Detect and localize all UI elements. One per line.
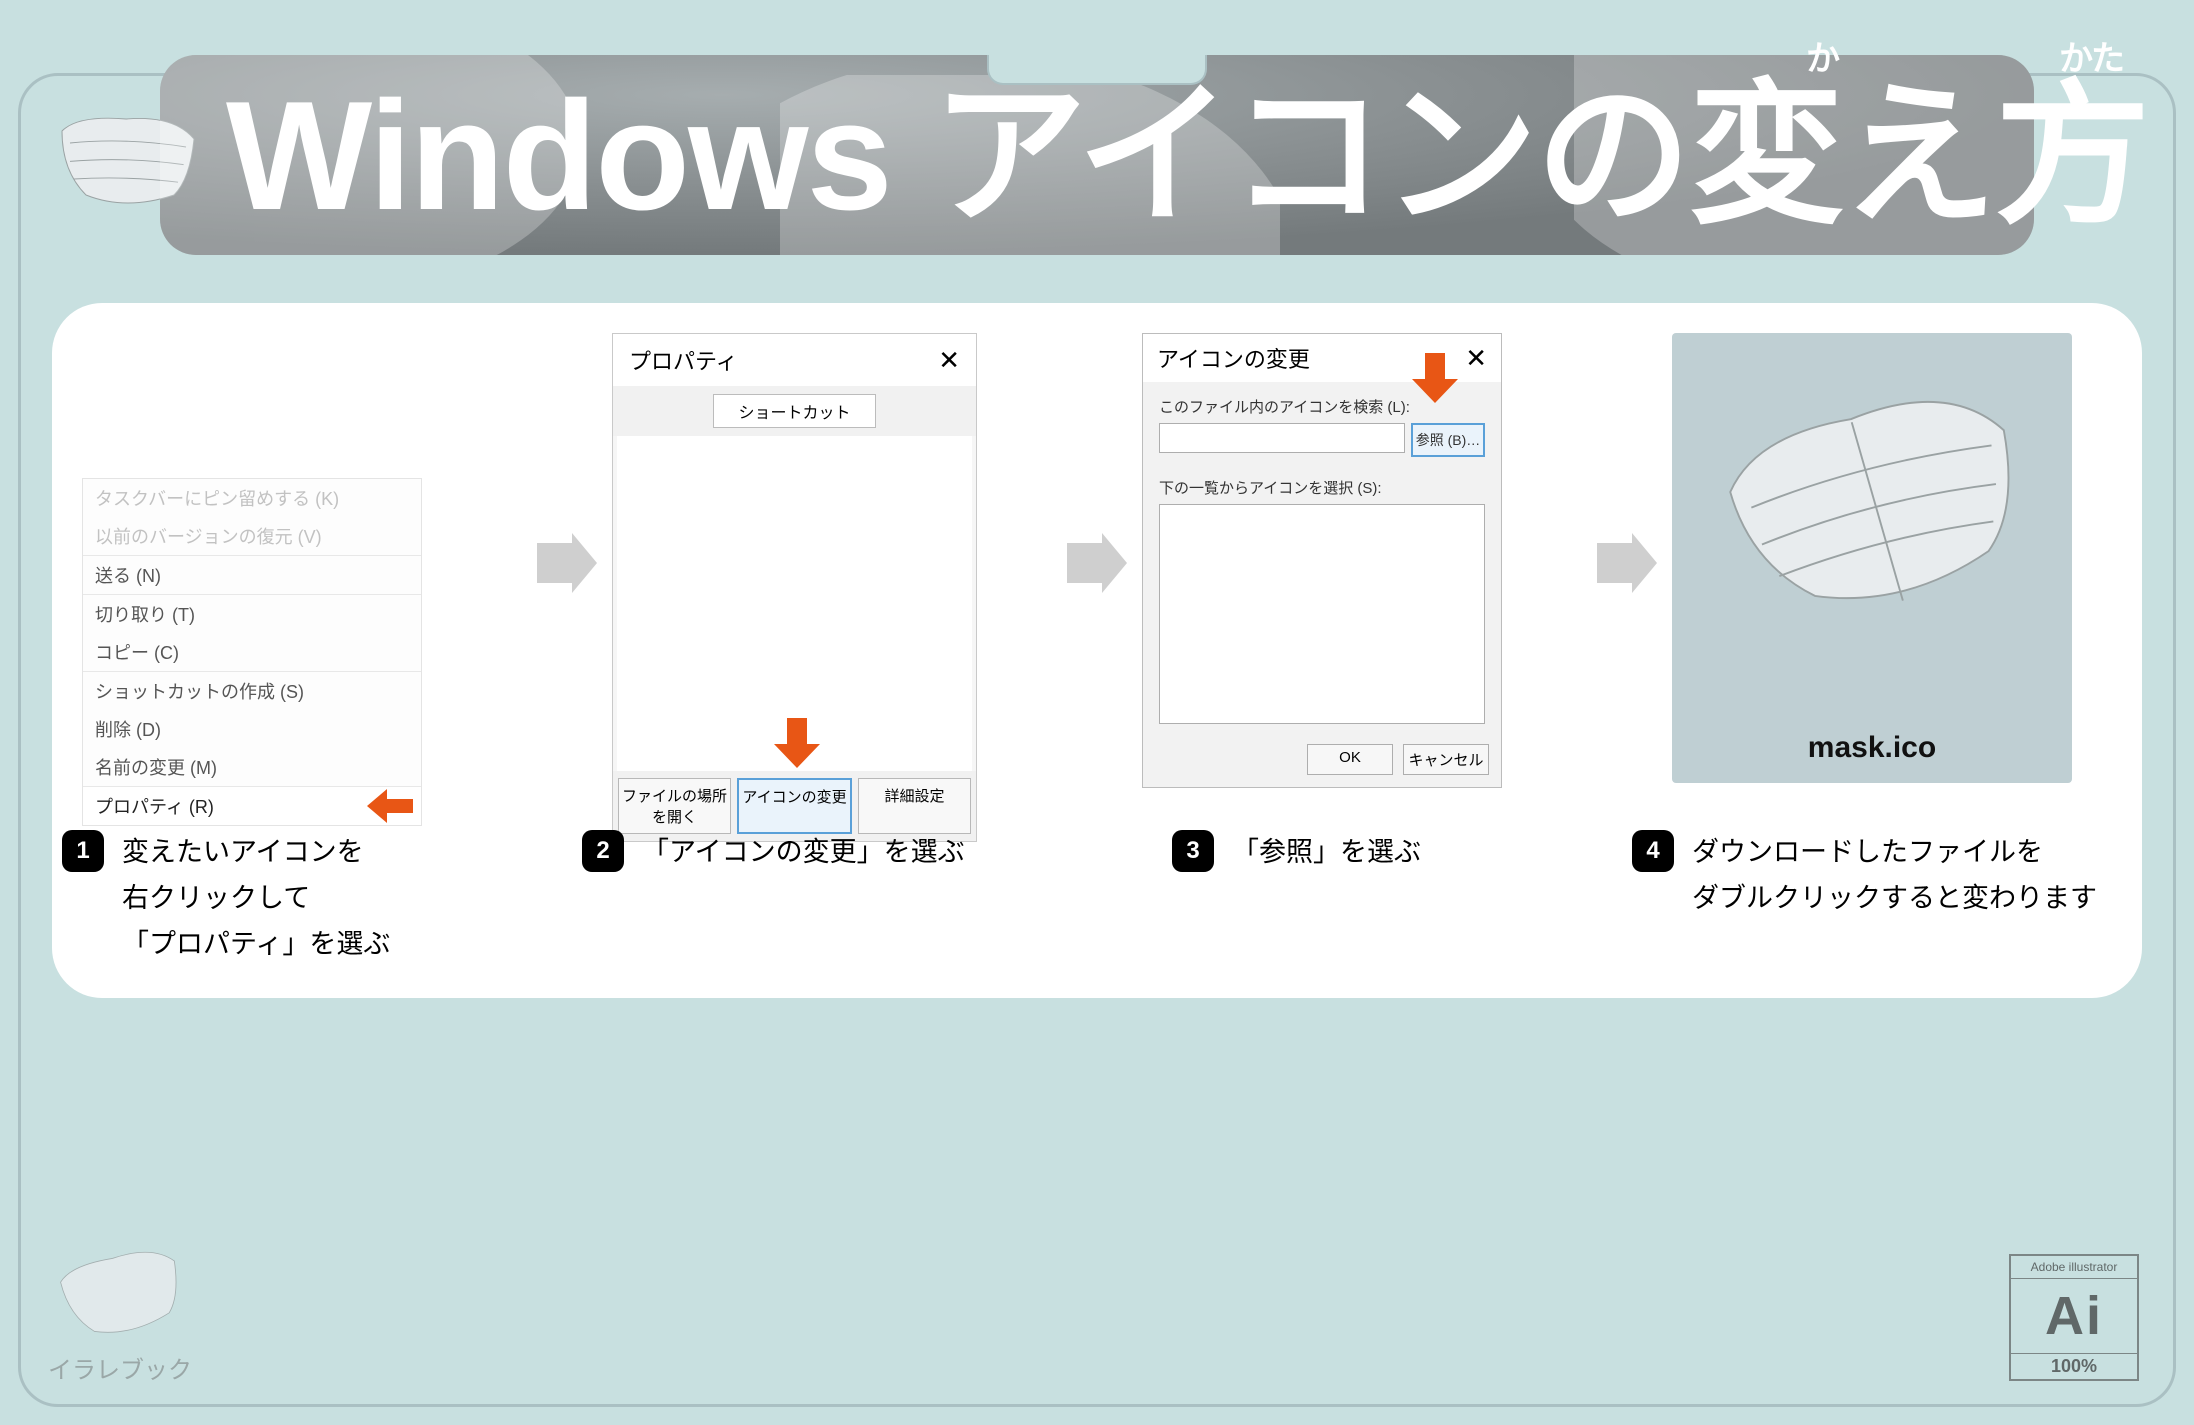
cancel-button[interactable]: キャンセル (1403, 744, 1489, 775)
chevron-right-icon (1067, 533, 1127, 593)
browse-button[interactable]: 参照 (B)… (1411, 423, 1485, 457)
btn-change-icon[interactable]: アイコンの変更 (737, 778, 852, 834)
brand-label: イラレブック (40, 1350, 200, 1385)
ctx-pin[interactable]: タスクバーにピン留めする (K) (83, 479, 421, 517)
ruby-kata: かた (2059, 42, 2123, 76)
mask-small-icon (40, 1224, 200, 1355)
properties-title: プロパティ (629, 344, 738, 376)
step-num-2: 2 (582, 830, 624, 872)
ctx-copy[interactable]: コピー (C) (83, 633, 421, 671)
step-4: mask.ico (1672, 333, 2112, 783)
dialog-title: アイコンの変更 (1157, 342, 1310, 374)
btn-advanced[interactable]: 詳細設定 (858, 778, 971, 834)
icon-path-input[interactable] (1159, 423, 1405, 453)
step-num-1: 1 (62, 830, 104, 872)
ctx-restore[interactable]: 以前のバージョンの復元 (V) (83, 517, 421, 555)
context-menu: タスクバーにピン留めする (K) 以前のバージョンの復元 (V) 送る (N) … (82, 478, 422, 826)
ctx-cut[interactable]: 切り取り (T) (83, 595, 421, 633)
ctx-shortcut[interactable]: ショットカットの作成 (S) (83, 672, 421, 710)
arrow-3 (1592, 333, 1662, 593)
top-notch (987, 55, 1207, 85)
ai-badge-bot: 100% (2011, 1353, 2137, 1379)
chevron-right-icon (1597, 533, 1657, 593)
ok-button[interactable]: OK (1307, 744, 1393, 775)
close-icon[interactable]: ✕ (938, 345, 960, 376)
step-num-3: 3 (1172, 830, 1214, 872)
footer-brand: イラレブック (40, 1239, 200, 1385)
tab-shortcut[interactable]: ショートカット (713, 394, 875, 428)
list-label: 下の一覧からアイコンを選択 (S): (1159, 477, 1485, 498)
result-filename: mask.ico (1808, 731, 1936, 765)
chevron-right-icon (537, 533, 597, 593)
close-icon[interactable]: ✕ (1465, 343, 1487, 374)
hero-title: Windows アイコンの変え方 か かた (226, 78, 2148, 233)
hero-banner: Windows アイコンの変え方 か かた (160, 55, 2034, 255)
ruby-ka: か (1806, 42, 1838, 76)
mask-large-icon (1682, 333, 2061, 662)
arrow-1 (532, 333, 602, 593)
arrow-left-icon (367, 789, 413, 823)
steps-card: タスクバーにピン留めする (K) 以前のバージョンの復元 (V) 送る (N) … (52, 303, 2142, 998)
step-2: プロパティ ✕ ショートカット ファイルの場所を開く アイコンの変更 詳細設定 (612, 333, 1052, 842)
ai-badge: Adobe illustrator Ai 100% (2009, 1254, 2139, 1381)
caption-3: 3 「参照」を選ぶ (1172, 830, 1532, 968)
ai-badge-top: Adobe illustrator (2011, 1256, 2137, 1279)
arrow-down-icon (774, 718, 820, 768)
caption-4: 4 ダウンロードしたファイルを ダブルクリックすると変わります (1632, 830, 2132, 968)
caption-1: 1 変えたいアイコンを 右クリックして 「プロパティ」を選ぶ (62, 830, 442, 968)
captions: 1 変えたいアイコンを 右クリックして 「プロパティ」を選ぶ 2 「アイコンの変… (62, 830, 2132, 968)
result-preview: mask.ico (1672, 333, 2072, 783)
ctx-delete[interactable]: 削除 (D) (83, 710, 421, 748)
arrow-2 (1062, 333, 1132, 593)
ai-badge-mid: Ai (2011, 1279, 2137, 1353)
step-3: アイコンの変更 ✕ このファイル内のアイコンを検索 (L): 参照 (B)… 下… (1142, 333, 1582, 788)
ctx-send[interactable]: 送る (N) (83, 556, 421, 594)
ctx-rename[interactable]: 名前の変更 (M) (83, 748, 421, 786)
caption-2: 2 「アイコンの変更」を選ぶ (582, 830, 1002, 968)
step-1: タスクバーにピン留めする (K) 以前のバージョンの復元 (V) 送る (N) … (82, 333, 522, 826)
btn-open-location[interactable]: ファイルの場所を開く (618, 778, 731, 834)
icon-listbox[interactable] (1159, 504, 1485, 724)
arrow-down-icon (1412, 353, 1458, 403)
step-num-4: 4 (1632, 830, 1674, 872)
ctx-properties[interactable]: プロパティ (R) (83, 787, 421, 825)
